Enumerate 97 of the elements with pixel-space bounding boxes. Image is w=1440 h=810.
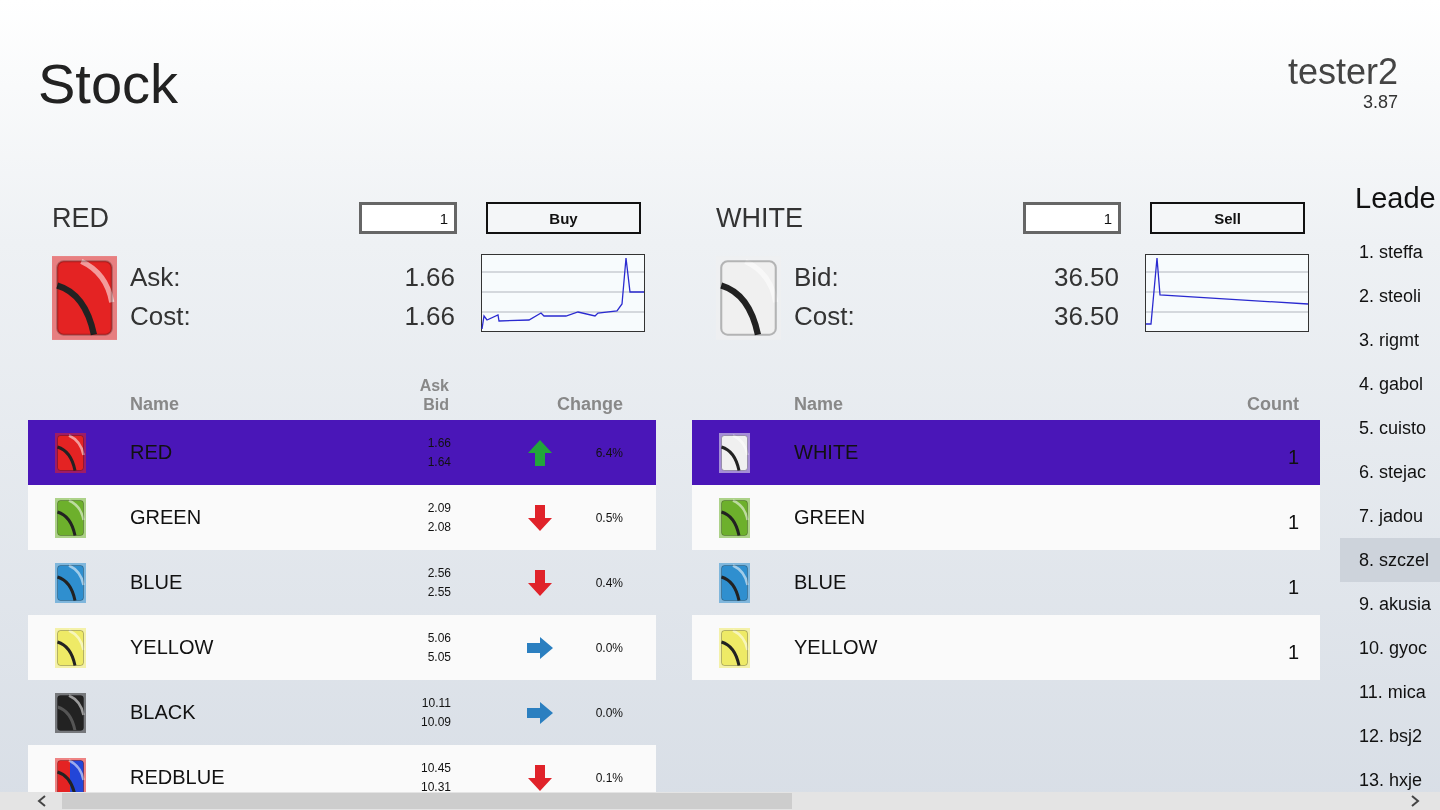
- holding-row[interactable]: GREEN 1: [692, 485, 1320, 550]
- ask-price: 5.06: [427, 629, 451, 647]
- quantity-field[interactable]: 1: [359, 202, 457, 234]
- right-arrow-icon: [527, 701, 553, 724]
- stock-row[interactable]: GREEN 2.09 2.08 0.5%: [28, 485, 656, 550]
- bid-price: 2.55: [427, 583, 451, 601]
- change-percent: 0.5%: [594, 510, 623, 525]
- ask-price: 1.66: [427, 434, 451, 452]
- selected-stock-name: WHITE: [716, 202, 804, 234]
- ask-price: 2.56: [427, 564, 451, 582]
- column-header: Change: [556, 394, 623, 414]
- down-arrow-icon: [528, 569, 552, 596]
- change-percent: 0.1%: [594, 770, 623, 785]
- stock-name: BLUE: [130, 571, 184, 594]
- quantity-field[interactable]: 1: [1023, 202, 1121, 234]
- leaderboard-item[interactable]: 7. jadou: [1340, 494, 1440, 538]
- user-name: tester2: [1287, 52, 1398, 92]
- page-title: Stock: [38, 52, 179, 117]
- stock-name: GREEN: [794, 506, 867, 529]
- holding-count: 1: [1286, 510, 1299, 534]
- holding-row[interactable]: YELLOW 1: [692, 615, 1320, 680]
- column-header: Count: [1246, 394, 1299, 414]
- card-icon: [55, 432, 86, 473]
- ask-price: 2.09: [427, 499, 451, 517]
- sell-button[interactable]: Sell: [1150, 202, 1305, 234]
- leaderboard-title: Leade: [1354, 181, 1437, 216]
- leaderboard-item[interactable]: 11. mica: [1340, 670, 1440, 714]
- card-icon: [52, 254, 117, 342]
- bid-price: 5.05: [427, 648, 451, 666]
- horizontal-scrollbar[interactable]: [0, 792, 1440, 810]
- leaderboard-item[interactable]: 3. rigmt: [1340, 318, 1440, 362]
- leaderboard-item[interactable]: 1. steffa: [1340, 230, 1440, 274]
- card-icon: [719, 562, 750, 603]
- column-header: Name: [794, 394, 845, 414]
- price-value: 1.66: [404, 262, 455, 293]
- price-value: 36.50: [1053, 301, 1119, 332]
- card-icon: [719, 432, 750, 473]
- change-percent: 0.4%: [594, 575, 623, 590]
- holding-row[interactable]: BLUE 1: [692, 550, 1320, 615]
- ask-price: 10.11: [421, 694, 451, 712]
- holding-count: 1: [1286, 575, 1299, 599]
- scroll-right-icon[interactable]: [1410, 795, 1420, 807]
- buy-button[interactable]: Buy: [486, 202, 641, 234]
- stock-name: RED: [130, 441, 174, 464]
- stock-name: GREEN: [130, 506, 203, 529]
- change-percent: 0.0%: [594, 705, 623, 720]
- bid-price: 10.31: [420, 778, 451, 792]
- card-icon: [55, 497, 86, 538]
- leaderboard-item[interactable]: 13. hxje: [1340, 758, 1440, 792]
- bid-price: 2.08: [427, 518, 451, 536]
- change-percent: 6.4%: [594, 445, 623, 460]
- column-header: Name: [130, 394, 181, 414]
- leaderboard-item[interactable]: 12. bsj2: [1340, 714, 1440, 758]
- ask-price: 10.45: [420, 759, 451, 777]
- card-icon: [719, 627, 750, 668]
- price-label: Bid:: [794, 262, 839, 293]
- leaderboard-item[interactable]: 2. steoli: [1340, 274, 1440, 318]
- stock-name: WHITE: [794, 441, 860, 464]
- card-icon: [55, 562, 86, 603]
- stock-name: BLACK: [130, 701, 197, 724]
- leaderboard-item[interactable]: 10. gyoc: [1340, 626, 1440, 670]
- up-arrow-icon: [528, 439, 552, 466]
- leaderboard-item[interactable]: 5. cuisto: [1340, 406, 1440, 450]
- holding-count: 1: [1286, 640, 1299, 664]
- card-icon: [719, 497, 750, 538]
- bid-price: 1.64: [427, 453, 451, 471]
- stock-name: YELLOW: [794, 636, 879, 659]
- leaderboard-item[interactable]: 8. szczel: [1340, 538, 1440, 582]
- stock-name: BLUE: [794, 571, 848, 594]
- price-label: Ask:: [130, 262, 181, 293]
- stock-name: REDBLUE: [130, 766, 226, 789]
- scroll-left-icon[interactable]: [37, 795, 47, 807]
- column-header: Bid: [423, 395, 449, 414]
- price-value: 36.50: [1053, 262, 1119, 293]
- scrollbar-thumb[interactable]: [62, 793, 792, 809]
- right-arrow-icon: [527, 636, 553, 659]
- stock-row[interactable]: BLUE 2.56 2.55 0.4%: [28, 550, 656, 615]
- down-arrow-icon: [528, 504, 552, 531]
- leaderboard-item[interactable]: 9. akusia: [1340, 582, 1440, 626]
- stock-row[interactable]: YELLOW 5.06 5.05 0.0%: [28, 615, 656, 680]
- down-arrow-icon: [528, 764, 552, 791]
- leaderboard-item[interactable]: 6. stejac: [1340, 450, 1440, 494]
- card-icon: [55, 627, 86, 668]
- selected-stock-name: RED: [52, 202, 110, 234]
- card-icon: [55, 692, 86, 733]
- price-label: Cost:: [130, 301, 191, 332]
- column-header: Ask: [419, 376, 449, 395]
- stock-row[interactable]: BLACK 10.11 10.09 0.0%: [28, 680, 656, 745]
- stock-name: YELLOW: [130, 636, 215, 659]
- balance: 3.87: [1362, 92, 1398, 113]
- price-label: Cost:: [794, 301, 855, 332]
- price-value: 1.66: [404, 301, 455, 332]
- leaderboard-item[interactable]: 4. gabol: [1340, 362, 1440, 406]
- bid-price: 10.09: [420, 713, 451, 731]
- holding-count: 1: [1286, 445, 1299, 469]
- change-percent: 0.0%: [594, 640, 623, 655]
- stock-row[interactable]: REDBLUE 10.45 10.31 0.1%: [28, 745, 656, 792]
